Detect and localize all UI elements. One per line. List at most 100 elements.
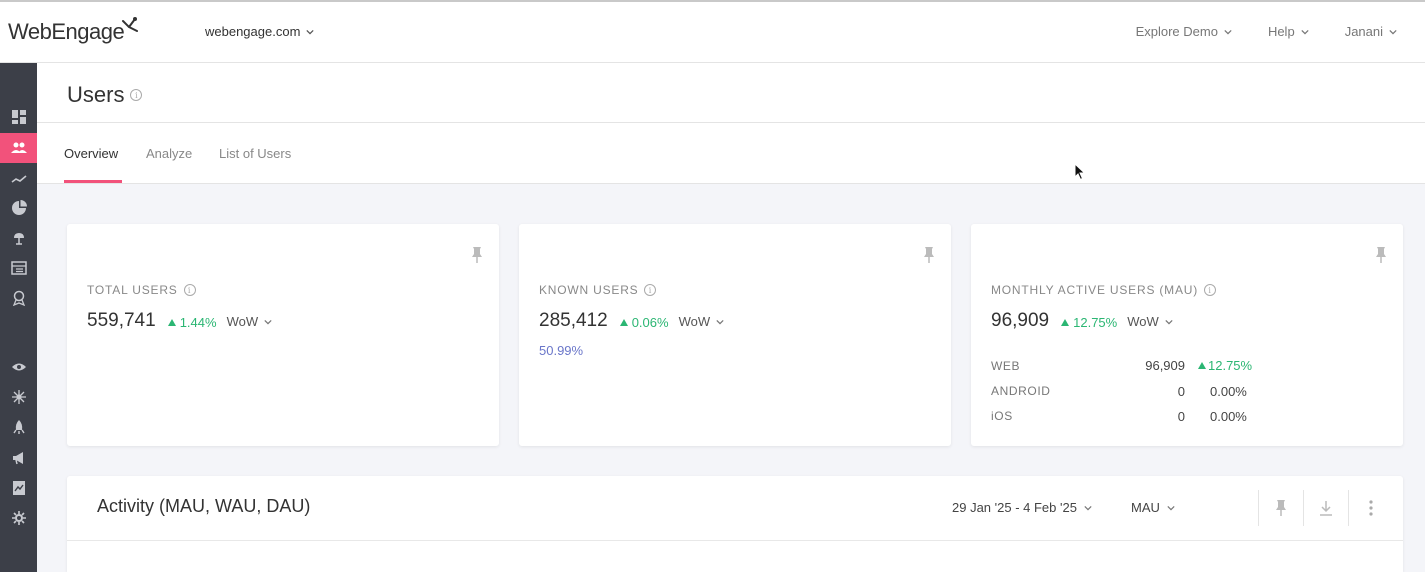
- more-options-button[interactable]: [1348, 490, 1393, 526]
- logo-text: WebEngage: [8, 19, 125, 44]
- trend-up-icon: [619, 319, 628, 326]
- mau-delta-value: 12.75%: [1073, 315, 1118, 330]
- total-users-delta-value: 1.44%: [179, 315, 217, 330]
- catalog-icon: [10, 261, 27, 275]
- pin-icon: [1276, 500, 1286, 516]
- sidebar-item-trends[interactable]: [0, 164, 37, 194]
- sidebar-item-campaigns[interactable]: [0, 412, 37, 442]
- trend-up-icon: [1061, 319, 1070, 326]
- tab-analyze[interactable]: Analyze: [146, 146, 192, 161]
- account-name: webengage.com: [205, 24, 301, 39]
- sidebar-item-segments[interactable]: [0, 193, 37, 223]
- more-vertical-icon: [1369, 500, 1373, 516]
- explore-demo-label: Explore Demo: [1135, 24, 1218, 39]
- activity-panel: Activity (MAU, WAU, DAU) 29 Jan '25 - 4 …: [67, 476, 1403, 572]
- page-header: Users i: [37, 63, 1425, 123]
- explore-demo-menu[interactable]: Explore Demo: [1136, 24, 1232, 39]
- user-name: Janani: [1344, 24, 1383, 39]
- sidebar-item-reports[interactable]: [0, 473, 37, 503]
- activity-title: Activity (MAU, WAU, DAU): [97, 496, 311, 516]
- megaphone-icon: [12, 452, 23, 465]
- platform-value-ios: 0: [1177, 409, 1185, 424]
- chevron-down-icon: [264, 319, 272, 324]
- mau-card: MONTHLY ACTIVE USERS (MAU) i 96,909 12.7…: [971, 224, 1403, 446]
- info-icon[interactable]: i: [130, 89, 143, 101]
- sidebar-item-badges[interactable]: [0, 283, 37, 313]
- tab-overview[interactable]: Overview: [64, 146, 118, 161]
- chevron-down-icon: [1167, 505, 1175, 510]
- trend-up-icon: [167, 319, 176, 326]
- top-bar: WebEngage webengage.com Explore Demo Hel…: [0, 0, 1425, 63]
- pin-icon[interactable]: [923, 246, 935, 264]
- mau-label: MONTHLY ACTIVE USERS (MAU): [991, 283, 1199, 297]
- sidebar-item-settings[interactable]: [0, 503, 37, 533]
- badge-icon: [12, 290, 25, 306]
- sidebar-item-catalog[interactable]: [0, 253, 37, 283]
- tab-list-of-users[interactable]: List of Users: [219, 146, 291, 161]
- mouse-cursor-icon: [1074, 163, 1086, 181]
- mau-period-selector[interactable]: WoW: [1127, 314, 1173, 329]
- report-icon: [12, 481, 25, 495]
- chevron-down-icon: [1389, 29, 1397, 34]
- platform-value-android: 0: [1177, 384, 1185, 399]
- logo-mark-icon: [122, 17, 139, 32]
- date-range-selector[interactable]: 29 Jan '25 - 4 Feb '25: [952, 500, 1092, 515]
- chevron-down-icon: [1084, 505, 1092, 510]
- journey-icon: [13, 233, 24, 245]
- known-users-card: KNOWN USERS i 285,412 0.06% WoW 50.99%: [519, 224, 951, 446]
- total-users-label: TOTAL USERS: [87, 283, 178, 297]
- known-users-period-selector[interactable]: WoW: [679, 314, 725, 329]
- platform-name-web: WEB: [991, 359, 1021, 373]
- known-users-label: KNOWN USERS: [539, 283, 639, 297]
- chevron-down-icon: [716, 319, 724, 324]
- webengage-logo[interactable]: WebEngage: [8, 14, 140, 50]
- period-label: WoW: [678, 314, 711, 329]
- known-users-value: 285,412: [539, 310, 608, 331]
- known-users-delta: 0.06%: [619, 315, 669, 330]
- sidebar-item-broadcasts[interactable]: [0, 443, 37, 473]
- help-menu[interactable]: Help: [1268, 24, 1309, 39]
- platform-name-ios: iOS: [991, 409, 1013, 423]
- account-selector[interactable]: webengage.com: [205, 24, 315, 39]
- rocket-icon: [12, 420, 25, 434]
- sidebar-item-journeys[interactable]: [0, 223, 37, 253]
- sidebar-item-dashboard[interactable]: [0, 102, 37, 132]
- users-icon: [10, 142, 27, 153]
- dashboard-icon: [11, 110, 26, 124]
- metric-selector[interactable]: MAU: [1131, 500, 1175, 515]
- sidebar: [0, 63, 37, 572]
- period-label: WoW: [1127, 314, 1159, 329]
- pin-icon[interactable]: [1375, 246, 1387, 264]
- total-users-card: TOTAL USERS i 559,741 1.44% WoW: [67, 224, 499, 446]
- sidebar-item-web-personalization[interactable]: [0, 352, 37, 382]
- pin-icon[interactable]: [471, 246, 483, 264]
- tab-bar: Overview Analyze List of Users: [37, 123, 1425, 184]
- download-button[interactable]: [1303, 490, 1348, 526]
- info-icon[interactable]: i: [183, 284, 196, 296]
- user-menu[interactable]: Janani: [1345, 24, 1397, 39]
- platform-delta-web-value: 12.75%: [1208, 358, 1253, 373]
- known-users-percent[interactable]: 50.99%: [539, 343, 583, 358]
- sidebar-item-integrations[interactable]: [0, 382, 37, 412]
- platform-delta-android: 0.00%: [1210, 384, 1247, 399]
- pie-chart-icon: [11, 200, 27, 215]
- sidebar-item-users[interactable]: [0, 133, 37, 163]
- mau-delta: 12.75%: [1061, 315, 1117, 330]
- chevron-down-icon: [1301, 29, 1309, 34]
- platform-value-web: 96,909: [1145, 358, 1185, 373]
- chevron-down-icon: [1224, 29, 1232, 34]
- platform-name-android: ANDROID: [991, 384, 1051, 398]
- total-users-period-selector[interactable]: WoW: [227, 314, 273, 329]
- trend-up-icon: [1198, 362, 1206, 369]
- info-icon[interactable]: i: [644, 284, 657, 296]
- settings-icon: [11, 511, 26, 525]
- chevron-down-icon: [306, 29, 315, 34]
- mau-value: 96,909: [991, 310, 1050, 331]
- download-icon: [1320, 501, 1332, 516]
- activity-header: Activity (MAU, WAU, DAU) 29 Jan '25 - 4 …: [67, 476, 1403, 541]
- pin-button[interactable]: [1258, 490, 1303, 526]
- eye-icon: [11, 363, 26, 371]
- trend-icon: [11, 175, 27, 183]
- platform-delta-ios: 0.00%: [1210, 409, 1247, 424]
- info-icon[interactable]: i: [1204, 284, 1217, 296]
